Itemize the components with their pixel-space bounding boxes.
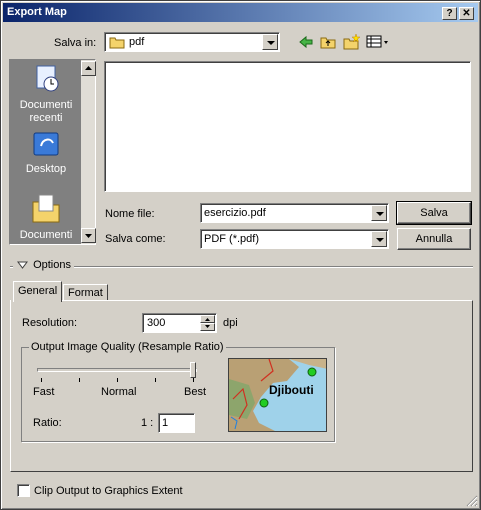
ratio-value: 1 — [162, 417, 169, 429]
options-divider — [10, 266, 473, 268]
place-recent[interactable]: Documenti recenti — [10, 64, 82, 125]
arrow-up-icon — [85, 66, 92, 70]
save-in-label: Salva in: — [54, 37, 97, 49]
close-button[interactable]: ✕ — [459, 7, 474, 20]
arrow-down-icon — [85, 234, 92, 238]
resolution-unit: dpi — [223, 317, 238, 329]
save-in-combo[interactable]: pdf — [104, 32, 280, 52]
ratio-input[interactable]: 1 — [158, 413, 195, 433]
ratio-label: Ratio: — [33, 417, 62, 429]
up-folder-icon[interactable] — [320, 34, 336, 50]
title-bar[interactable]: Export Map ? ✕ — [3, 3, 478, 22]
save-as-label: Salva come: — [105, 233, 166, 245]
new-folder-icon[interactable] — [343, 33, 361, 50]
tab-format[interactable]: Format — [63, 284, 108, 301]
spin-down-button[interactable] — [200, 323, 215, 331]
help-button[interactable]: ? — [442, 7, 457, 20]
places-scrollbar[interactable] — [81, 60, 96, 244]
chevron-down-icon[interactable] — [262, 34, 278, 50]
resolution-value: 300 — [147, 317, 166, 329]
place-documents-label: Documenti — [19, 229, 73, 241]
tick-fast: Fast — [33, 386, 55, 398]
save-as-value: PDF (*.pdf) — [204, 233, 260, 245]
place-documents[interactable]: Documenti — [10, 192, 82, 241]
place-recent-label: Documenti recenti — [19, 99, 73, 124]
documents-folder-icon — [32, 194, 60, 223]
recent-documents-icon — [36, 65, 59, 92]
tab-general[interactable]: General — [13, 281, 63, 302]
arrow-up-icon — [205, 318, 210, 321]
filename-label: Nome file: — [105, 208, 155, 220]
quality-slider-thumb[interactable] — [190, 362, 196, 378]
map-preview-label: Djibouti — [269, 383, 314, 397]
export-map-dialog: Export Map ? ✕ Salva in: pdf Documenti r… — [0, 0, 481, 510]
back-arrow-icon[interactable] — [298, 34, 314, 50]
chevron-down-icon[interactable] — [371, 205, 387, 221]
ratio-prefix: 1 : — [141, 417, 154, 429]
options-label: Options — [33, 259, 71, 271]
arrow-down-icon — [205, 325, 210, 328]
save-as-combo[interactable]: PDF (*.pdf) — [200, 229, 389, 249]
save-button[interactable]: Salva — [396, 201, 472, 225]
scroll-up-button[interactable] — [81, 61, 96, 76]
resize-grip-icon[interactable] — [465, 494, 478, 507]
view-menu-icon[interactable] — [366, 35, 390, 49]
map-preview: Djibouti — [228, 358, 327, 432]
triangle-expanded-icon — [17, 261, 28, 269]
chevron-down-icon[interactable] — [371, 231, 387, 247]
quality-group-label: Output Image Quality (Resample Ratio) — [29, 341, 226, 353]
filename-combo[interactable]: esercizio.pdf — [200, 203, 389, 223]
spin-up-button[interactable] — [200, 315, 215, 323]
clip-checkbox[interactable] — [17, 484, 30, 497]
cancel-button[interactable]: Annulla — [397, 228, 471, 250]
places-bar: Documenti recenti Desktop Documenti — [9, 59, 96, 245]
scroll-down-button[interactable] — [81, 228, 96, 243]
desktop-icon — [33, 132, 59, 156]
tick-best: Best — [184, 386, 207, 398]
tick-normal: Normal — [101, 386, 137, 398]
filename-value: esercizio.pdf — [204, 207, 266, 219]
options-toggle[interactable]: Options — [13, 259, 74, 272]
quality-slider-track[interactable] — [37, 368, 197, 372]
resolution-label: Resolution: — [22, 317, 78, 329]
place-desktop[interactable]: Desktop — [10, 130, 82, 175]
resolution-spinner[interactable]: 300 — [142, 313, 217, 333]
place-desktop-label: Desktop — [25, 163, 67, 175]
save-in-value: pdf — [129, 36, 145, 48]
folder-icon — [109, 37, 125, 49]
clip-label[interactable]: Clip Output to Graphics Extent — [34, 485, 183, 497]
file-list[interactable] — [104, 61, 471, 192]
window-title: Export Map — [7, 6, 67, 18]
